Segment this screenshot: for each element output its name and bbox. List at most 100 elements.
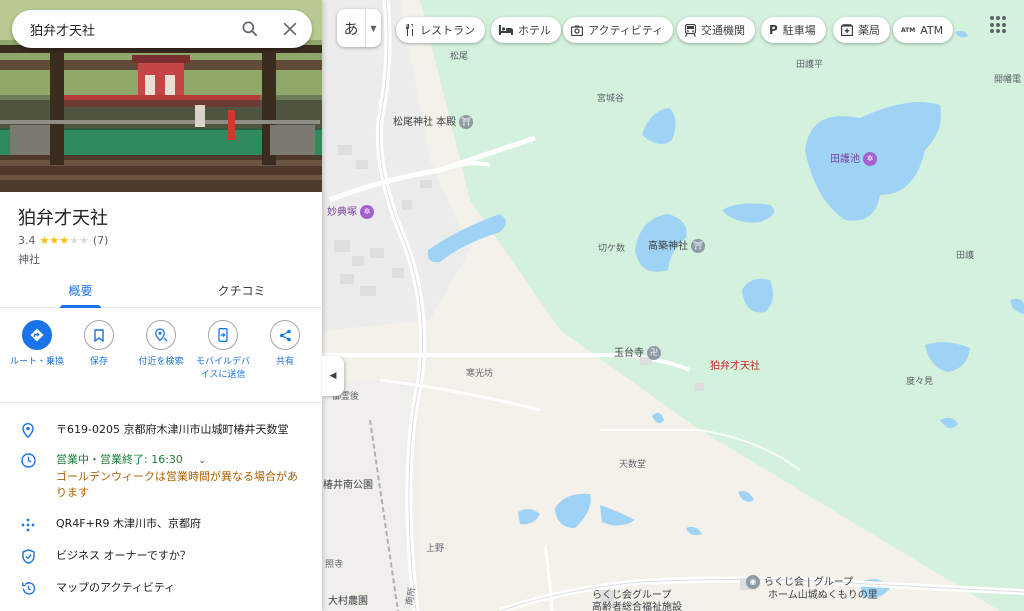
pin-label[interactable]: 狛弁才天社 xyxy=(710,357,760,372)
map-label-rakujikai-line1: らくじ会グループ xyxy=(592,590,672,601)
chevron-left-icon: ◀ xyxy=(329,371,337,381)
map-label-tensudo: 天数堂 xyxy=(619,460,647,470)
tab-bar: 概要 クチコミ xyxy=(0,274,322,308)
clock-icon xyxy=(0,452,56,501)
map-label-takasuki-shrine[interactable]: 高築神社 ⛩ xyxy=(648,239,705,253)
map-label-takasuki-shrine-text: 高築神社 xyxy=(648,241,688,252)
landmark-icon: ✲ xyxy=(863,152,877,166)
directions-icon xyxy=(22,320,52,350)
chevron-down-icon[interactable]: ⌄ xyxy=(198,453,206,469)
caret-down-icon[interactable]: ▼ xyxy=(365,9,381,47)
share-label: 共有 xyxy=(275,357,294,367)
chip-hotel[interactable]: ホテル xyxy=(491,17,561,43)
chip-atm[interactable]: ATM ATM xyxy=(893,17,954,43)
map-label-rakuji-home[interactable]: ◉ らくじ会 | グループ ホーム山城ぬくもりの里 xyxy=(746,575,878,601)
chip-restaurant[interactable]: レストラン xyxy=(396,17,485,43)
place-category[interactable]: 神社 xyxy=(18,251,40,267)
chip-activities[interactable]: アクティビティ xyxy=(563,17,674,43)
restaurant-icon xyxy=(404,24,415,36)
address-text: 〒619-0205 京都府木津川市山城町椿井天数堂 xyxy=(56,423,289,436)
divider xyxy=(0,402,322,403)
collapse-panel-button[interactable]: ◀ xyxy=(322,356,344,396)
location-pin-icon xyxy=(0,422,56,438)
map-label-miyashirodani: 宮城谷 xyxy=(597,94,625,104)
temple-icon: 卍 xyxy=(647,346,661,360)
send-to-phone-icon xyxy=(208,320,238,350)
share-icon xyxy=(270,320,300,350)
map-activity-text: マップのアクティビティ xyxy=(56,581,176,594)
map-label-dodomi: 度々見 xyxy=(906,377,934,387)
chip-parking[interactable]: P 駐車場 xyxy=(761,17,826,43)
business-owner-text: ビジネス オーナーですか？ xyxy=(56,549,191,562)
map-label-kaikotai: 開幡電 xyxy=(994,75,1022,85)
map-label-gyokudaiji[interactable]: 玉台寺卍 xyxy=(614,346,661,360)
tab-overview[interactable]: 概要 xyxy=(0,274,161,308)
chip-pharmacy[interactable]: 薬局 xyxy=(833,17,890,43)
atm-icon: ATM xyxy=(901,26,916,34)
close-icon[interactable] xyxy=(280,19,300,39)
plus-code-icon xyxy=(0,516,56,533)
chip-transit[interactable]: 交通機関 xyxy=(677,17,755,43)
place-panel: 狛弁才天社 3.4 ★★★★★ (7) 神社 概要 クチコミ ルート・乗換 保存… xyxy=(0,0,322,611)
rating-row[interactable]: 3.4 ★★★★★ (7) xyxy=(18,234,108,247)
map-label-tsubaii-park[interactable]: 椿井南公園 xyxy=(323,481,373,491)
pharmacy-icon xyxy=(841,24,853,36)
ime-char: あ xyxy=(343,19,359,38)
chip-label: 交通機関 xyxy=(701,24,745,37)
chip-label: 薬局 xyxy=(858,24,880,37)
landmark-icon: ✲ xyxy=(360,205,374,219)
map-label-tagoike[interactable]: 田護池 ✲ xyxy=(830,152,877,166)
camera-icon xyxy=(571,25,583,36)
map-label-tago: 田護 xyxy=(956,251,975,261)
map-label-matsuo-shrine[interactable]: 松尾神社 本殿 ⛩ xyxy=(393,115,474,129)
map-label-matsuo-shrine-text: 松尾神社 本殿 xyxy=(393,117,457,128)
chip-label: 駐車場 xyxy=(782,24,816,37)
map-label-matsuo: 松尾 xyxy=(450,52,469,62)
verified-shield-icon xyxy=(0,548,56,564)
map-label-rakujikai[interactable]: らくじ会グループ 高齢者総合福祉施設 xyxy=(592,591,682,611)
share-button[interactable]: 共有 xyxy=(256,320,314,388)
map-label-kirikazu: 切ケ数 xyxy=(598,244,626,254)
send-to-phone-button[interactable]: モバイルデバイスに送信 xyxy=(194,320,252,388)
chip-label: ATM xyxy=(920,23,944,37)
torii-icon: ⛩ xyxy=(459,115,474,129)
apps-grid-icon[interactable] xyxy=(990,16,1008,34)
hours-note: ゴールデンウィークは営業時間が異なる場合があります xyxy=(56,470,298,499)
facility-icon: ◉ xyxy=(746,575,760,589)
plus-code-row[interactable]: QR4F+R9 木津川市、京都府 xyxy=(0,516,322,533)
map-label-rakuji-home-line2: ホーム山城ぬくもりの里 xyxy=(768,590,878,601)
directions-button[interactable]: ルート・乗換 xyxy=(8,320,66,388)
map-label-kankobo: 寒光坊 xyxy=(466,369,494,379)
hours-status: 営業中・営業終了: 16:30 xyxy=(56,453,183,466)
nearby-icon xyxy=(146,320,176,350)
save-button[interactable]: 保存 xyxy=(70,320,128,388)
tab-reviews[interactable]: クチコミ xyxy=(161,274,322,307)
chip-label: ホテル xyxy=(518,24,551,37)
business-owner-row[interactable]: ビジネス オーナーですか？ xyxy=(0,548,322,564)
map-label-tagoike-text: 田護池 xyxy=(830,154,860,165)
action-buttons: ルート・乗換 保存 付近を検索 モバイルデバイスに送信 共有 xyxy=(8,320,314,388)
chip-label: アクティビティ xyxy=(588,24,664,37)
plus-code-text: QR4F+R9 木津川市、京都府 xyxy=(56,517,201,530)
rating-value: 3.4 xyxy=(18,234,36,247)
hotel-icon xyxy=(499,25,513,35)
map-label-tagohira: 田護平 xyxy=(796,60,824,70)
map-label-myotenzuka-text: 妙典塚 xyxy=(327,207,357,218)
search-nearby-button[interactable]: 付近を検索 xyxy=(132,320,190,388)
torii-icon: ⛩ xyxy=(691,239,705,253)
place-title: 狛弁才天社 xyxy=(18,208,108,229)
save-label: 保存 xyxy=(89,357,108,367)
review-count[interactable]: (7) xyxy=(93,234,109,247)
bookmark-icon xyxy=(84,320,114,350)
input-method-toggle[interactable]: あ ▼ xyxy=(337,9,381,47)
search-input[interactable] xyxy=(30,21,230,37)
address-row[interactable]: 〒619-0205 京都府木津川市山城町椿井天数堂 xyxy=(0,422,322,438)
search-icon[interactable] xyxy=(240,19,260,39)
map-label-myotenzuka[interactable]: 妙典塚 ✲ xyxy=(327,205,374,219)
map-label-gyokudaiji-text: 玉台寺 xyxy=(614,348,644,359)
map-label-omura[interactable]: 大村農園 xyxy=(328,597,368,607)
map-activity-row[interactable]: マップのアクティビティ xyxy=(0,580,322,596)
directions-label: ルート・乗換 xyxy=(9,357,64,367)
hours-row[interactable]: 営業中・営業終了: 16:30 ⌄ ゴールデンウィークは営業時間が異なる場合があ… xyxy=(0,452,322,501)
map-label-shoji: 照寺 xyxy=(325,560,344,570)
